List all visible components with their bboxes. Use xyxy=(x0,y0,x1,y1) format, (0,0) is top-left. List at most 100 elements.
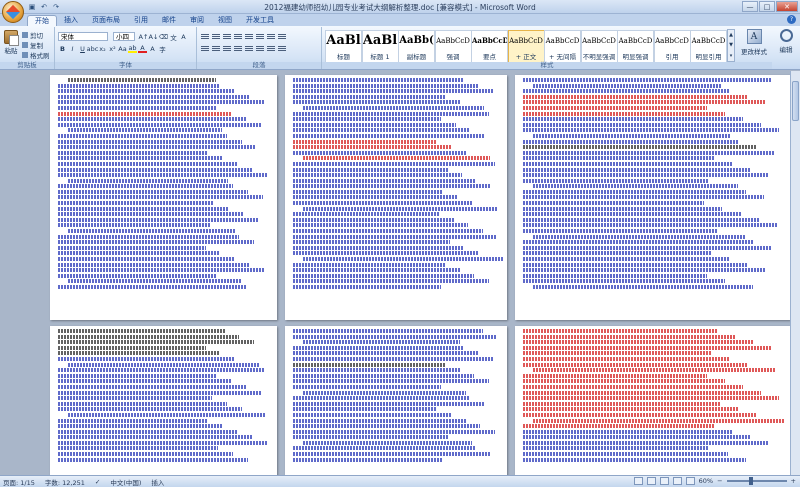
text-line xyxy=(58,390,261,395)
underline-icon[interactable]: U xyxy=(78,44,87,53)
style-item[interactable]: AaBb(副标题 xyxy=(398,30,435,63)
text-line xyxy=(523,379,726,384)
styles-scroll[interactable]: ▲ ▼ ▾ xyxy=(727,29,735,62)
cut-label: 剪切 xyxy=(30,32,43,40)
cut-button[interactable]: 剪切 xyxy=(22,30,43,40)
superscript-icon[interactable]: x² xyxy=(108,44,117,53)
zoom-knob[interactable] xyxy=(748,477,753,485)
highlight-icon[interactable]: ab xyxy=(128,44,137,53)
window-controls: — □ ✕ xyxy=(742,1,798,12)
document-area[interactable] xyxy=(0,71,800,475)
style-item[interactable]: AaBbCcD 要点 xyxy=(471,30,508,63)
font-color-icon[interactable]: A xyxy=(138,44,147,53)
borders-icon[interactable] xyxy=(277,44,287,53)
italic-icon[interactable]: I xyxy=(68,44,77,53)
page-count[interactable]: 页面: 1/15 xyxy=(3,477,35,487)
text-line xyxy=(293,401,485,406)
text-line xyxy=(523,78,772,82)
zoom-slider[interactable] xyxy=(726,477,787,485)
font-size-select[interactable]: 小四 xyxy=(113,32,135,41)
style-item[interactable]: AaBbCcD 不明显强调 xyxy=(580,30,618,63)
tab-developer[interactable]: 开发工具 xyxy=(239,15,281,26)
grow-font-icon[interactable]: A↑ xyxy=(139,32,149,41)
sort-icon[interactable] xyxy=(266,32,276,41)
style-item[interactable]: AaBbCcD 强调 xyxy=(434,30,472,63)
enclose-char-icon[interactable]: 字 xyxy=(158,44,167,54)
align-left-icon[interactable] xyxy=(200,44,210,53)
subscript-icon[interactable]: x₂ xyxy=(98,44,107,53)
scroll-thumb[interactable] xyxy=(792,81,799,121)
style-item[interactable]: AaBl 标题 xyxy=(325,30,362,63)
language-indicator[interactable]: 中文(中国) xyxy=(110,477,141,487)
zoom-in-icon[interactable]: + xyxy=(791,477,796,485)
tab-insert[interactable]: 插入 xyxy=(57,15,85,26)
scroll-up-icon[interactable]: ▲ xyxy=(729,32,733,38)
tab-mailings[interactable]: 邮件 xyxy=(155,15,183,26)
text-line xyxy=(523,329,718,333)
insert-mode[interactable]: 插入 xyxy=(151,477,164,487)
draft-icon[interactable] xyxy=(685,477,695,485)
copy-button[interactable]: 复制 xyxy=(22,40,43,50)
increase-indent-icon[interactable] xyxy=(244,32,254,41)
paste-button[interactable]: 粘贴 xyxy=(3,30,19,57)
align-center-icon[interactable] xyxy=(211,44,221,53)
text-line xyxy=(303,206,497,211)
text-line xyxy=(58,268,265,273)
multilevel-list-icon[interactable] xyxy=(222,32,232,41)
justify-icon[interactable] xyxy=(233,44,243,53)
style-item[interactable]: AaBbCcD + 无间隔 xyxy=(544,30,581,63)
bold-icon[interactable]: B xyxy=(58,44,67,53)
font-name-select[interactable]: 宋体 xyxy=(58,32,108,41)
distributed-icon[interactable] xyxy=(244,44,254,53)
more-styles-icon[interactable]: ▾ xyxy=(730,53,733,59)
print-layout-icon[interactable] xyxy=(633,477,643,485)
style-item[interactable]: AaBbCcD 引用 xyxy=(653,30,691,63)
full-screen-reading-icon[interactable] xyxy=(646,477,656,485)
text-line xyxy=(523,167,751,172)
tab-view[interactable]: 视图 xyxy=(211,15,239,26)
style-item[interactable]: AaBbCcD 明显引用 xyxy=(690,30,727,63)
tab-home[interactable]: 开始 xyxy=(27,15,57,26)
zoom-level[interactable]: 60% xyxy=(699,477,713,485)
change-case-icon[interactable]: Aa xyxy=(118,44,127,53)
style-item[interactable]: AaBbCcD + 正文 xyxy=(507,30,545,63)
shrink-font-icon[interactable]: A↓ xyxy=(149,32,159,41)
word-count[interactable]: 字数: 12,251 xyxy=(45,477,85,487)
proofing-icon[interactable]: ✓ xyxy=(95,478,100,486)
vertical-scrollbar[interactable] xyxy=(790,71,800,475)
line-spacing-icon[interactable] xyxy=(255,44,265,53)
web-layout-icon[interactable] xyxy=(659,477,669,485)
outline-icon[interactable] xyxy=(672,477,682,485)
style-item[interactable]: AaBbCcD 明显强调 xyxy=(617,30,654,63)
help-icon[interactable]: ? xyxy=(787,15,796,24)
tab-page-layout[interactable]: 页面布局 xyxy=(85,15,127,26)
tab-review[interactable]: 审阅 xyxy=(183,15,211,26)
chinese-layout-icon[interactable] xyxy=(255,32,265,41)
editing-button[interactable]: 编辑 xyxy=(772,29,800,63)
phonetic-guide-icon[interactable]: 文 xyxy=(169,32,178,42)
tab-references[interactable]: 引用 xyxy=(127,15,155,26)
scroll-down-icon[interactable]: ▼ xyxy=(729,42,733,48)
style-item[interactable]: AaBl 标题 1 xyxy=(361,30,399,63)
close-button[interactable]: ✕ xyxy=(776,1,798,12)
text-line xyxy=(58,105,217,110)
zoom-out-icon[interactable]: − xyxy=(717,477,722,485)
clear-format-icon[interactable]: ⌫ xyxy=(159,32,168,41)
format-painter-button[interactable]: 格式刷 xyxy=(22,50,50,60)
shading-icon[interactable] xyxy=(266,44,276,53)
numbering-icon[interactable] xyxy=(211,32,221,41)
bullets-icon[interactable] xyxy=(200,32,210,41)
text-line xyxy=(58,334,240,339)
minimize-button[interactable]: — xyxy=(742,1,758,12)
text-line xyxy=(58,340,255,345)
align-right-icon[interactable] xyxy=(222,44,232,53)
strikethrough-icon[interactable]: abc xyxy=(87,44,99,53)
char-border-icon[interactable]: A xyxy=(179,32,188,41)
char-shading-icon[interactable]: A xyxy=(148,44,157,53)
maximize-button[interactable]: □ xyxy=(759,1,775,12)
show-marks-icon[interactable] xyxy=(277,32,287,41)
decrease-indent-icon[interactable] xyxy=(233,32,243,41)
office-button[interactable] xyxy=(2,1,24,23)
change-styles-button[interactable]: A 更改样式 xyxy=(740,29,768,63)
text-line xyxy=(58,94,250,99)
